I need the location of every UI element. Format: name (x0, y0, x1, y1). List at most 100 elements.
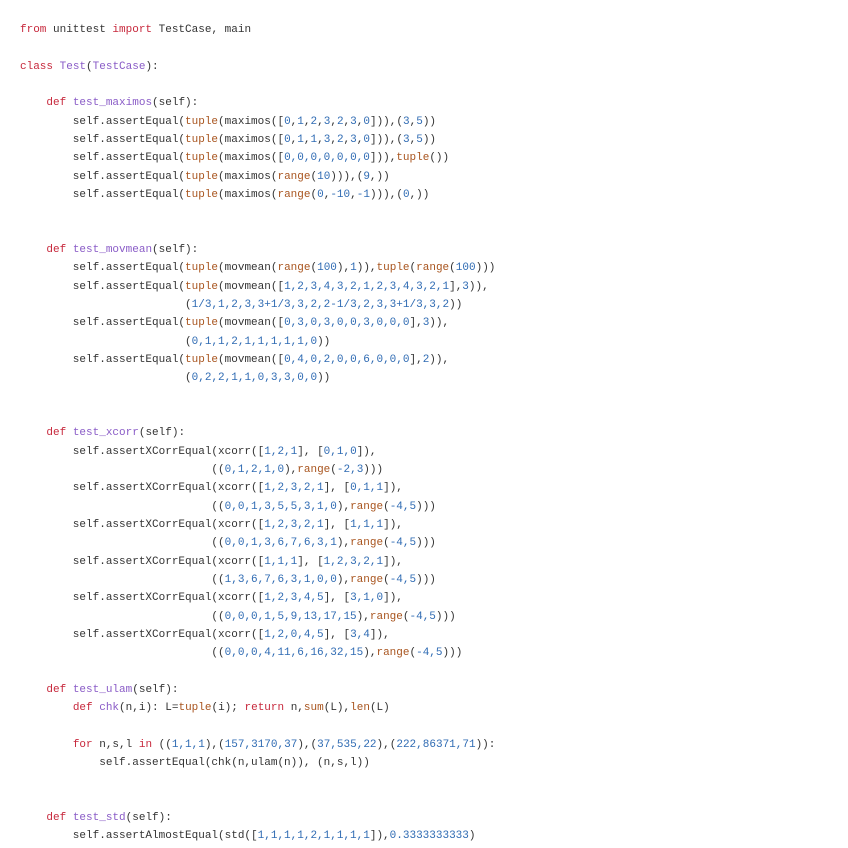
builtin-token: tuple (396, 152, 430, 165)
code-line: self.assertEqual(chk(n,ulam(n)), (n,s,l)… (20, 754, 495, 772)
code-text: TestCase, main (152, 24, 252, 36)
code-line: self.assertXCorrEqual(xcorr([1,1,1], [1,… (20, 553, 495, 571)
code-line: self.assertEqual(tuple(maximos([0,0,0,0,… (20, 149, 495, 167)
number-token: 100 (455, 262, 476, 275)
function-name-token: Test (59, 60, 87, 73)
code-text: )) (422, 115, 437, 128)
code-text: self.assertEqual( (20, 262, 186, 275)
number-token: 5 (416, 133, 423, 146)
code-line: def test_xcorr(self): (20, 424, 495, 442)
number-token: 3,1,0 (350, 592, 384, 605)
builtin-token: tuple (185, 262, 219, 275)
number-token: 3,4 (350, 628, 370, 641)
keyword-token: import (112, 24, 153, 36)
number-token: 0 (284, 133, 291, 146)
code-line: self.assertEqual(tuple(movmean([0,3,0,3,… (20, 314, 495, 332)
keyword-token: return (244, 702, 285, 715)
code-text: ,)) (369, 170, 390, 183)
code-text: ( (20, 335, 192, 348)
keyword-token: def (46, 243, 67, 256)
code-text: (( (20, 500, 225, 513)
code-text: ], [ (297, 445, 324, 458)
builtin-token: range (350, 500, 384, 513)
number-token: 1,1,1 (350, 518, 384, 531)
code-text: (self): (152, 243, 199, 256)
code-text: ], [ (323, 518, 351, 531)
keyword-token: for (72, 738, 93, 751)
number-token: 1,2,1 (264, 445, 298, 458)
number-token: 0,1,1 (350, 482, 384, 495)
code-text: ))),( (369, 188, 403, 201)
code-text: self.assertXCorrEqual(xcorr([ (20, 592, 265, 605)
code-line: ((1,3,6,7,6,3,1,0,0),range(-4,5))) (20, 571, 495, 589)
number-token: 3 (403, 133, 410, 146)
number-token: 0,0,1,3,5,5,3,1,0 (224, 500, 337, 513)
builtin-token: range (277, 170, 311, 183)
builtin-token: range (350, 573, 384, 586)
code-line: ((0,0,0,1,5,9,13,17,15),range(-4,5))) (20, 608, 495, 626)
code-text: ]), (383, 518, 403, 531)
code-text: ], [ (323, 482, 351, 495)
function-name-token: test_ulam (72, 683, 133, 696)
number-token: -4,5 (389, 537, 417, 550)
number-token: 37,535,22 (317, 738, 377, 751)
code-text: ], [ (323, 628, 351, 641)
number-token: 100 (317, 262, 337, 275)
number-token: -4,5 (409, 610, 436, 623)
code-text: ], (449, 280, 463, 293)
code-text: (n,i): L= (119, 702, 179, 715)
code-text: (maximos( (218, 170, 278, 183)
code-text: ]), (383, 592, 403, 605)
code-text: ( (86, 60, 93, 73)
code-text: ),( (204, 738, 225, 751)
code-text: (self): (152, 97, 199, 110)
number-token: 1,2,3,2,1 (323, 555, 384, 568)
code-text: ))),( (330, 170, 364, 183)
code-text: )), (429, 353, 450, 366)
code-line: self.assertXCorrEqual(xcorr([1,2,3,4,5],… (20, 589, 495, 607)
number-token: -4,5 (389, 500, 417, 513)
number-token: 3 (462, 280, 469, 293)
number-token: 0,0,0,1,5,9,13,17,15 (224, 610, 357, 623)
code-text: self.assertEqual( (20, 133, 186, 146)
code-text: (( (20, 463, 225, 476)
code-text: ]), (356, 445, 377, 458)
code-text: (( (152, 738, 172, 751)
code-text: (movmean( (218, 262, 278, 275)
function-name-token: TestCase (92, 60, 146, 73)
number-token: 0,2,2,1,1,0,3,3,0,0 (191, 372, 318, 385)
code-text: , (303, 115, 311, 128)
code-text: (maximos([ (218, 133, 285, 146)
code-line: def test_maximos(self): (20, 94, 495, 112)
code-text: ))) (416, 537, 436, 550)
number-token: 5 (416, 115, 423, 128)
number-token: 1 (297, 133, 304, 146)
code-line: self.assertXCorrEqual(xcorr([1,2,1], [0,… (20, 443, 495, 461)
code-text: ), (336, 573, 351, 586)
code-text: self.assertXCorrEqual(xcorr([ (20, 482, 265, 495)
code-text: (L), (323, 702, 351, 715)
code-text: )) (422, 133, 437, 146)
code-line: for n,s,l in ((1,1,1),(157,3170,37),(37,… (20, 736, 496, 754)
code-text: (self): (125, 812, 172, 825)
keyword-token: def (46, 97, 67, 110)
number-token: 0,0,1,3,6,7,6,3,1 (224, 537, 337, 550)
code-text: (( (20, 573, 225, 586)
code-text: self.assertEqual( (20, 353, 186, 366)
number-token: 222,86371,71 (396, 738, 476, 751)
code-text: ]), (369, 830, 390, 843)
number-token: 1 (350, 262, 357, 275)
number-token: 1/3,1,2,3,3+1/3,3,2,2-1/3,2,3,3+1/3,3,2 (191, 298, 450, 311)
builtin-token: range (376, 647, 410, 660)
